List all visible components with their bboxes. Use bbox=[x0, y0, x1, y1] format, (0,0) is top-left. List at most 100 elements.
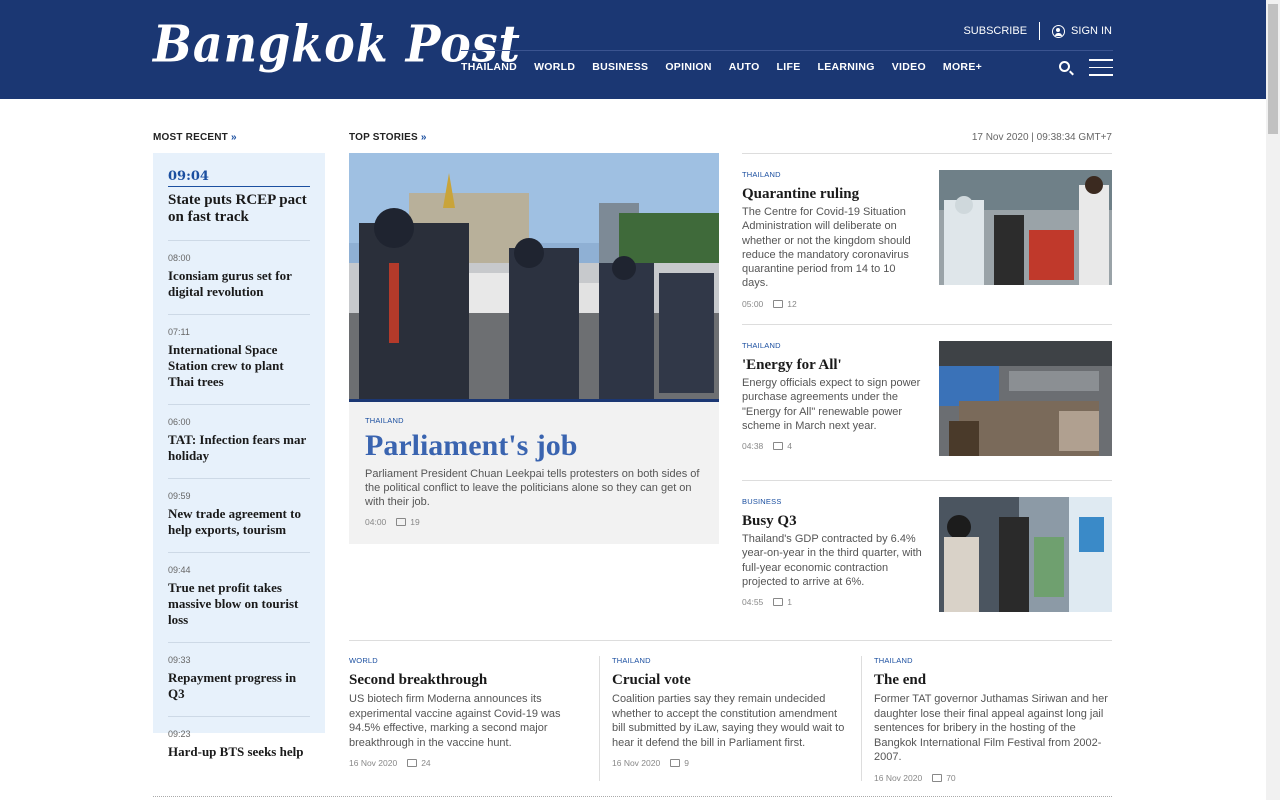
main-nav: THAILAND WORLD BUSINESS OPINION AUTO LIF… bbox=[461, 61, 999, 73]
list-item[interactable]: 09:33 Repayment progress in Q3 bbox=[168, 642, 310, 702]
nav-thailand[interactable]: THAILAND bbox=[461, 61, 517, 73]
item-time: 08:00 bbox=[168, 253, 191, 263]
item-title[interactable]: State puts RCEP pact on fast track bbox=[168, 192, 310, 226]
side-story-2[interactable]: THAILAND 'Energy for All' Energy officia… bbox=[742, 324, 1112, 480]
item-time: 09:44 bbox=[168, 565, 191, 575]
story-meta: 16 Nov 2020 24 bbox=[349, 758, 589, 768]
item-title[interactable]: Iconsiam gurus set for digital revolutio… bbox=[168, 268, 310, 300]
story-title[interactable]: 'Energy for All' bbox=[742, 356, 922, 374]
nav-more[interactable]: MORE+ bbox=[943, 61, 982, 73]
list-item[interactable]: 09:59 New trade agreement to help export… bbox=[168, 478, 310, 538]
comment-icon bbox=[773, 442, 784, 451]
story-title[interactable]: Busy Q3 bbox=[742, 512, 922, 530]
energy-plant-photo bbox=[939, 341, 1112, 456]
item-title[interactable]: New trade agreement to help exports, tou… bbox=[168, 506, 310, 538]
story-thumbnail[interactable] bbox=[939, 170, 1112, 285]
story-comment-count[interactable]: 24 bbox=[421, 758, 430, 768]
list-item[interactable]: 08:00 Iconsiam gurus set for digital rev… bbox=[168, 240, 310, 300]
story-thumbnail[interactable] bbox=[939, 341, 1112, 456]
hamburger-menu-icon[interactable] bbox=[1089, 59, 1113, 77]
list-item[interactable]: 06:00 TAT: Infection fears mar holiday bbox=[168, 404, 310, 464]
hero-meta: 04:00 19 bbox=[365, 517, 703, 527]
nav-video[interactable]: VIDEO bbox=[892, 61, 926, 73]
site-header: Bangkok Post SUBSCRIBE SIGN IN THAILAND … bbox=[0, 0, 1266, 99]
story-comment-count[interactable]: 1 bbox=[787, 597, 792, 607]
story-time: 04:55 bbox=[742, 597, 764, 608]
list-item[interactable]: 07:11 International Space Station crew t… bbox=[168, 314, 310, 390]
story-category[interactable]: THAILAND bbox=[874, 656, 1114, 665]
bottom-story-3[interactable]: THAILAND The end Former TAT governor Jut… bbox=[874, 656, 1114, 783]
story-summary: Coalition parties say they remain undeci… bbox=[612, 693, 845, 749]
list-item[interactable]: 09:23 Hard-up BTS seeks help bbox=[168, 716, 310, 760]
story-thumbnail[interactable] bbox=[939, 497, 1112, 612]
column-divider bbox=[599, 656, 600, 781]
story-comment-count[interactable]: 70 bbox=[946, 773, 955, 783]
story-comment-count[interactable]: 12 bbox=[787, 299, 796, 309]
item-title[interactable]: Hard-up BTS seeks help bbox=[168, 744, 310, 760]
story-title[interactable]: The end bbox=[874, 671, 1114, 689]
story-category[interactable]: THAILAND bbox=[612, 656, 852, 665]
story-meta: 04:55 1 bbox=[742, 597, 922, 607]
list-item[interactable]: 09:44 True net profit takes massive blow… bbox=[168, 552, 310, 628]
current-timestamp: 17 Nov 2020 | 09:38:34 GMT+7 bbox=[971, 132, 1112, 143]
story-category[interactable]: THAILAND bbox=[742, 170, 922, 179]
chevron-right-icon: » bbox=[230, 132, 237, 143]
hero-story-card[interactable]: THAILAND Parliament's job Parliament Pre… bbox=[349, 402, 719, 544]
most-recent-heading[interactable]: MOST RECENT » bbox=[153, 132, 237, 143]
nav-learning[interactable]: LEARNING bbox=[818, 61, 875, 73]
item-title[interactable]: Repayment progress in Q3 bbox=[168, 670, 310, 702]
hero-comment-count[interactable]: 19 bbox=[410, 517, 419, 527]
story-title[interactable]: Second breakthrough bbox=[349, 671, 589, 689]
top-stories-heading[interactable]: TOP STORIES » bbox=[349, 132, 427, 143]
hero-summary: Parliament President Chuan Leekpai tells… bbox=[365, 468, 700, 508]
story-comment-count[interactable]: 4 bbox=[787, 441, 792, 451]
nav-divider bbox=[461, 50, 1113, 51]
scrollbar-thumb[interactable] bbox=[1268, 4, 1278, 134]
side-story-1[interactable]: THAILAND Quarantine ruling The Centre fo… bbox=[742, 153, 1112, 324]
hero-category[interactable]: THAILAND bbox=[365, 416, 703, 425]
nav-life[interactable]: LIFE bbox=[777, 61, 801, 73]
item-title[interactable]: International Space Station crew to plan… bbox=[168, 342, 310, 390]
search-icon[interactable] bbox=[1059, 61, 1070, 72]
footer-divider bbox=[153, 796, 1112, 797]
story-category[interactable]: THAILAND bbox=[742, 341, 922, 350]
item-time: 07:11 bbox=[168, 327, 190, 337]
story-title[interactable]: Quarantine ruling bbox=[742, 185, 922, 203]
market-photo bbox=[939, 497, 1112, 612]
item-time: 06:00 bbox=[168, 417, 191, 427]
nav-opinion[interactable]: OPINION bbox=[665, 61, 711, 73]
item-title[interactable]: True net profit takes massive blow on to… bbox=[168, 580, 310, 628]
comment-icon bbox=[773, 598, 784, 607]
list-item[interactable]: 09:04 State puts RCEP pact on fast track bbox=[168, 169, 310, 226]
story-summary: Former TAT governor Juthamas Siriwan and… bbox=[874, 693, 1108, 763]
bottom-story-2[interactable]: THAILAND Crucial vote Coalition parties … bbox=[612, 656, 852, 768]
story-category[interactable]: WORLD bbox=[349, 656, 589, 665]
police-march-photo bbox=[349, 153, 719, 399]
column-divider bbox=[861, 656, 862, 781]
page-scrollbar[interactable] bbox=[1266, 0, 1280, 800]
story-meta: 04:38 4 bbox=[742, 441, 922, 451]
top-stories-label: TOP STORIES bbox=[349, 132, 418, 143]
sign-in-link[interactable]: SIGN IN bbox=[1040, 22, 1112, 40]
nav-business[interactable]: BUSINESS bbox=[592, 61, 648, 73]
item-time: 09:59 bbox=[168, 491, 191, 501]
item-time: 09:23 bbox=[168, 729, 191, 739]
most-recent-list: 09:04 State puts RCEP pact on fast track… bbox=[153, 153, 325, 759]
story-comment-count[interactable]: 9 bbox=[684, 758, 689, 768]
most-recent-label: MOST RECENT bbox=[153, 132, 228, 143]
story-time: 04:38 bbox=[742, 441, 764, 452]
story-title[interactable]: Crucial vote bbox=[612, 671, 852, 689]
hero-story-image[interactable] bbox=[349, 153, 719, 402]
quarantine-photo bbox=[939, 170, 1112, 285]
nav-auto[interactable]: AUTO bbox=[729, 61, 760, 73]
item-title[interactable]: TAT: Infection fears mar holiday bbox=[168, 432, 310, 464]
hero-time: 04:00 bbox=[365, 517, 387, 527]
nav-world[interactable]: WORLD bbox=[534, 61, 575, 73]
subscribe-link[interactable]: SUBSCRIBE bbox=[963, 22, 1041, 40]
side-story-3[interactable]: BUSINESS Busy Q3 Thailand's GDP contract… bbox=[742, 480, 1112, 640]
bottom-story-1[interactable]: WORLD Second breakthrough US biotech fir… bbox=[349, 656, 589, 768]
story-category[interactable]: BUSINESS bbox=[742, 497, 922, 506]
story-summary: Thailand's GDP contracted by 6.4% year-o… bbox=[742, 533, 922, 588]
hero-title[interactable]: Parliament's job bbox=[365, 429, 703, 463]
story-summary: The Centre for Covid-19 Situation Admini… bbox=[742, 206, 911, 290]
